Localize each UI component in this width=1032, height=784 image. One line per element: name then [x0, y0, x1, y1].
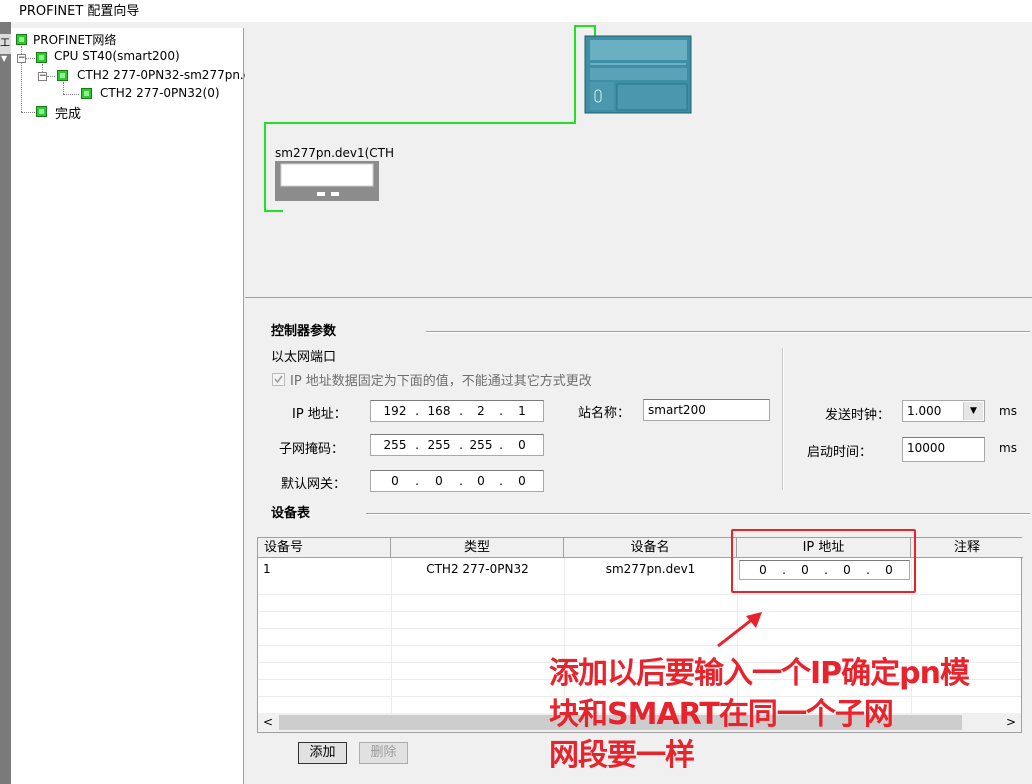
annotation-text-line: 块和SMART在同一个子网 — [549, 697, 894, 732]
send-clock-unit: ms — [999, 404, 1017, 418]
node-status-icon — [16, 34, 27, 45]
tree-line — [21, 112, 35, 113]
annotation-text-line: 网段要一样 — [549, 738, 695, 773]
collapse-icon[interactable]: − — [38, 72, 47, 81]
section-divider — [366, 513, 1030, 515]
grid-line — [258, 611, 1021, 612]
ip-octet: 255 — [383, 438, 407, 452]
subnet-mask-input[interactable]: 255 . 255 . 255 . 0 — [370, 434, 544, 456]
grid-line — [258, 628, 1021, 629]
tree-line — [63, 94, 79, 95]
station-name-label: 站名称： — [578, 406, 631, 421]
ip-octet: 0 — [477, 474, 485, 488]
ip-dot: . — [459, 474, 463, 488]
collapse-icon[interactable]: − — [17, 54, 26, 63]
vertical-divider — [782, 348, 784, 490]
cell-type: CTH2 277-0PN32 — [426, 562, 529, 576]
tree-item-profinet-network[interactable]: PROFINET网络 — [33, 31, 116, 48]
ip-address-label: IP 地址： — [292, 407, 347, 422]
startup-time-label: 启动时间： — [807, 445, 873, 460]
ip-octet: 0 — [518, 438, 526, 452]
tree-line — [47, 76, 55, 77]
ethernet-port-heading: 以太网端口 — [271, 350, 337, 365]
tree-item-cth2-module[interactable]: CTH2 277-0PN32-sm277pn.d — [77, 68, 251, 82]
ip-dot: . — [415, 404, 419, 418]
cell-device-name: sm277pn.dev1 — [605, 562, 696, 576]
tree-item-finish[interactable]: 完成 — [55, 103, 81, 122]
send-clock-label: 发送时钟： — [825, 408, 891, 423]
title-bar: PROFINET 配置向导 — [0, 0, 1032, 22]
side-panel-strip[interactable]: 工作 ▼ — [0, 22, 11, 784]
ip-dot: . — [459, 438, 463, 452]
ip-octet: 255 — [469, 438, 493, 452]
check-icon — [274, 375, 283, 384]
ip-dot: . — [499, 404, 503, 418]
ip-dot: . — [499, 438, 503, 452]
ip-octet: 0 — [435, 474, 443, 488]
scroll-right-icon[interactable]: > — [1003, 714, 1019, 731]
network-diagram: sm277pn.dev1(CTH — [245, 22, 1032, 297]
column-header-type[interactable]: 类型 — [391, 538, 564, 558]
subnet-mask-label: 子网掩码： — [279, 442, 345, 457]
io-device-label: sm277pn.dev1(CTH — [275, 146, 395, 160]
ip-octet: 0 — [518, 474, 526, 488]
tree-item-cth2-slot[interactable]: CTH2 277-0PN32(0) — [100, 86, 220, 100]
ip-dot: . — [415, 474, 419, 488]
controller-section-title: 控制器参数 — [271, 324, 337, 339]
send-clock-value: 1.000 — [907, 404, 942, 418]
scroll-left-icon[interactable]: < — [260, 714, 276, 731]
plc-cpu-graphic — [584, 35, 692, 114]
annotation-arrow — [717, 612, 762, 648]
side-tab[interactable]: 工作 — [0, 34, 11, 54]
dropdown-arrow-icon[interactable]: ▼ — [1, 54, 7, 63]
ip-dot: . — [499, 474, 503, 488]
grid-line — [258, 594, 1021, 595]
ip-fixed-checkbox[interactable] — [272, 373, 285, 386]
ip-octet: 192 — [383, 404, 407, 418]
startup-time-unit: ms — [999, 441, 1017, 455]
tree-line — [63, 82, 64, 94]
grid-line — [258, 645, 1021, 646]
ip-octet: 168 — [427, 404, 451, 418]
column-header-device-number[interactable]: 设备号 — [258, 538, 391, 558]
highlight-box — [731, 529, 916, 593]
startup-time-input[interactable]: 10000 — [902, 437, 985, 462]
ip-dot: . — [415, 438, 419, 452]
node-status-icon — [36, 52, 47, 63]
wizard-navigation-tree: PROFINET网络 − CPU ST40(smart200) − CTH2 2… — [11, 28, 251, 784]
ip-octet: 2 — [477, 404, 485, 418]
ip-octet: 0 — [391, 474, 399, 488]
node-status-icon — [57, 70, 68, 81]
grid-line — [391, 558, 392, 713]
cell-device-number: 1 — [263, 562, 271, 576]
window-title: PROFINET 配置向导 — [19, 4, 140, 19]
tree-item-cpu[interactable]: CPU ST40(smart200) — [54, 49, 180, 63]
column-header-device-name[interactable]: 设备名 — [564, 538, 737, 558]
default-gateway-input[interactable]: 0 . 0 . 0 . 0 — [370, 470, 544, 492]
add-button[interactable]: 添加 — [298, 742, 347, 764]
chevron-down-icon[interactable]: ▼ — [963, 402, 983, 420]
tree-line — [26, 58, 35, 59]
device-table-title: 设备表 — [271, 506, 311, 521]
ip-fixed-checkbox-label: IP 地址数据固定为下面的值，不能通过其它方式更改 — [290, 374, 592, 389]
section-divider — [426, 331, 1030, 333]
node-status-icon — [81, 88, 92, 99]
ip-dot: . — [459, 404, 463, 418]
annotation-text-line: 添加以后要输入一个IP确定pn模 — [549, 656, 970, 691]
send-clock-select[interactable]: 1.000 ▼ — [902, 400, 985, 422]
controller-ip-input[interactable]: 192 . 168 . 2 . 1 — [370, 400, 544, 422]
column-header-comment[interactable]: 注释 — [911, 538, 1023, 558]
node-status-icon — [36, 106, 47, 117]
delete-button[interactable]: 删除 — [359, 742, 408, 764]
io-device-graphic — [275, 161, 379, 201]
default-gateway-label: 默认网关： — [281, 477, 347, 492]
ip-octet: 255 — [427, 438, 451, 452]
ip-octet: 1 — [518, 404, 526, 418]
station-name-input[interactable]: smart200 — [643, 399, 770, 421]
